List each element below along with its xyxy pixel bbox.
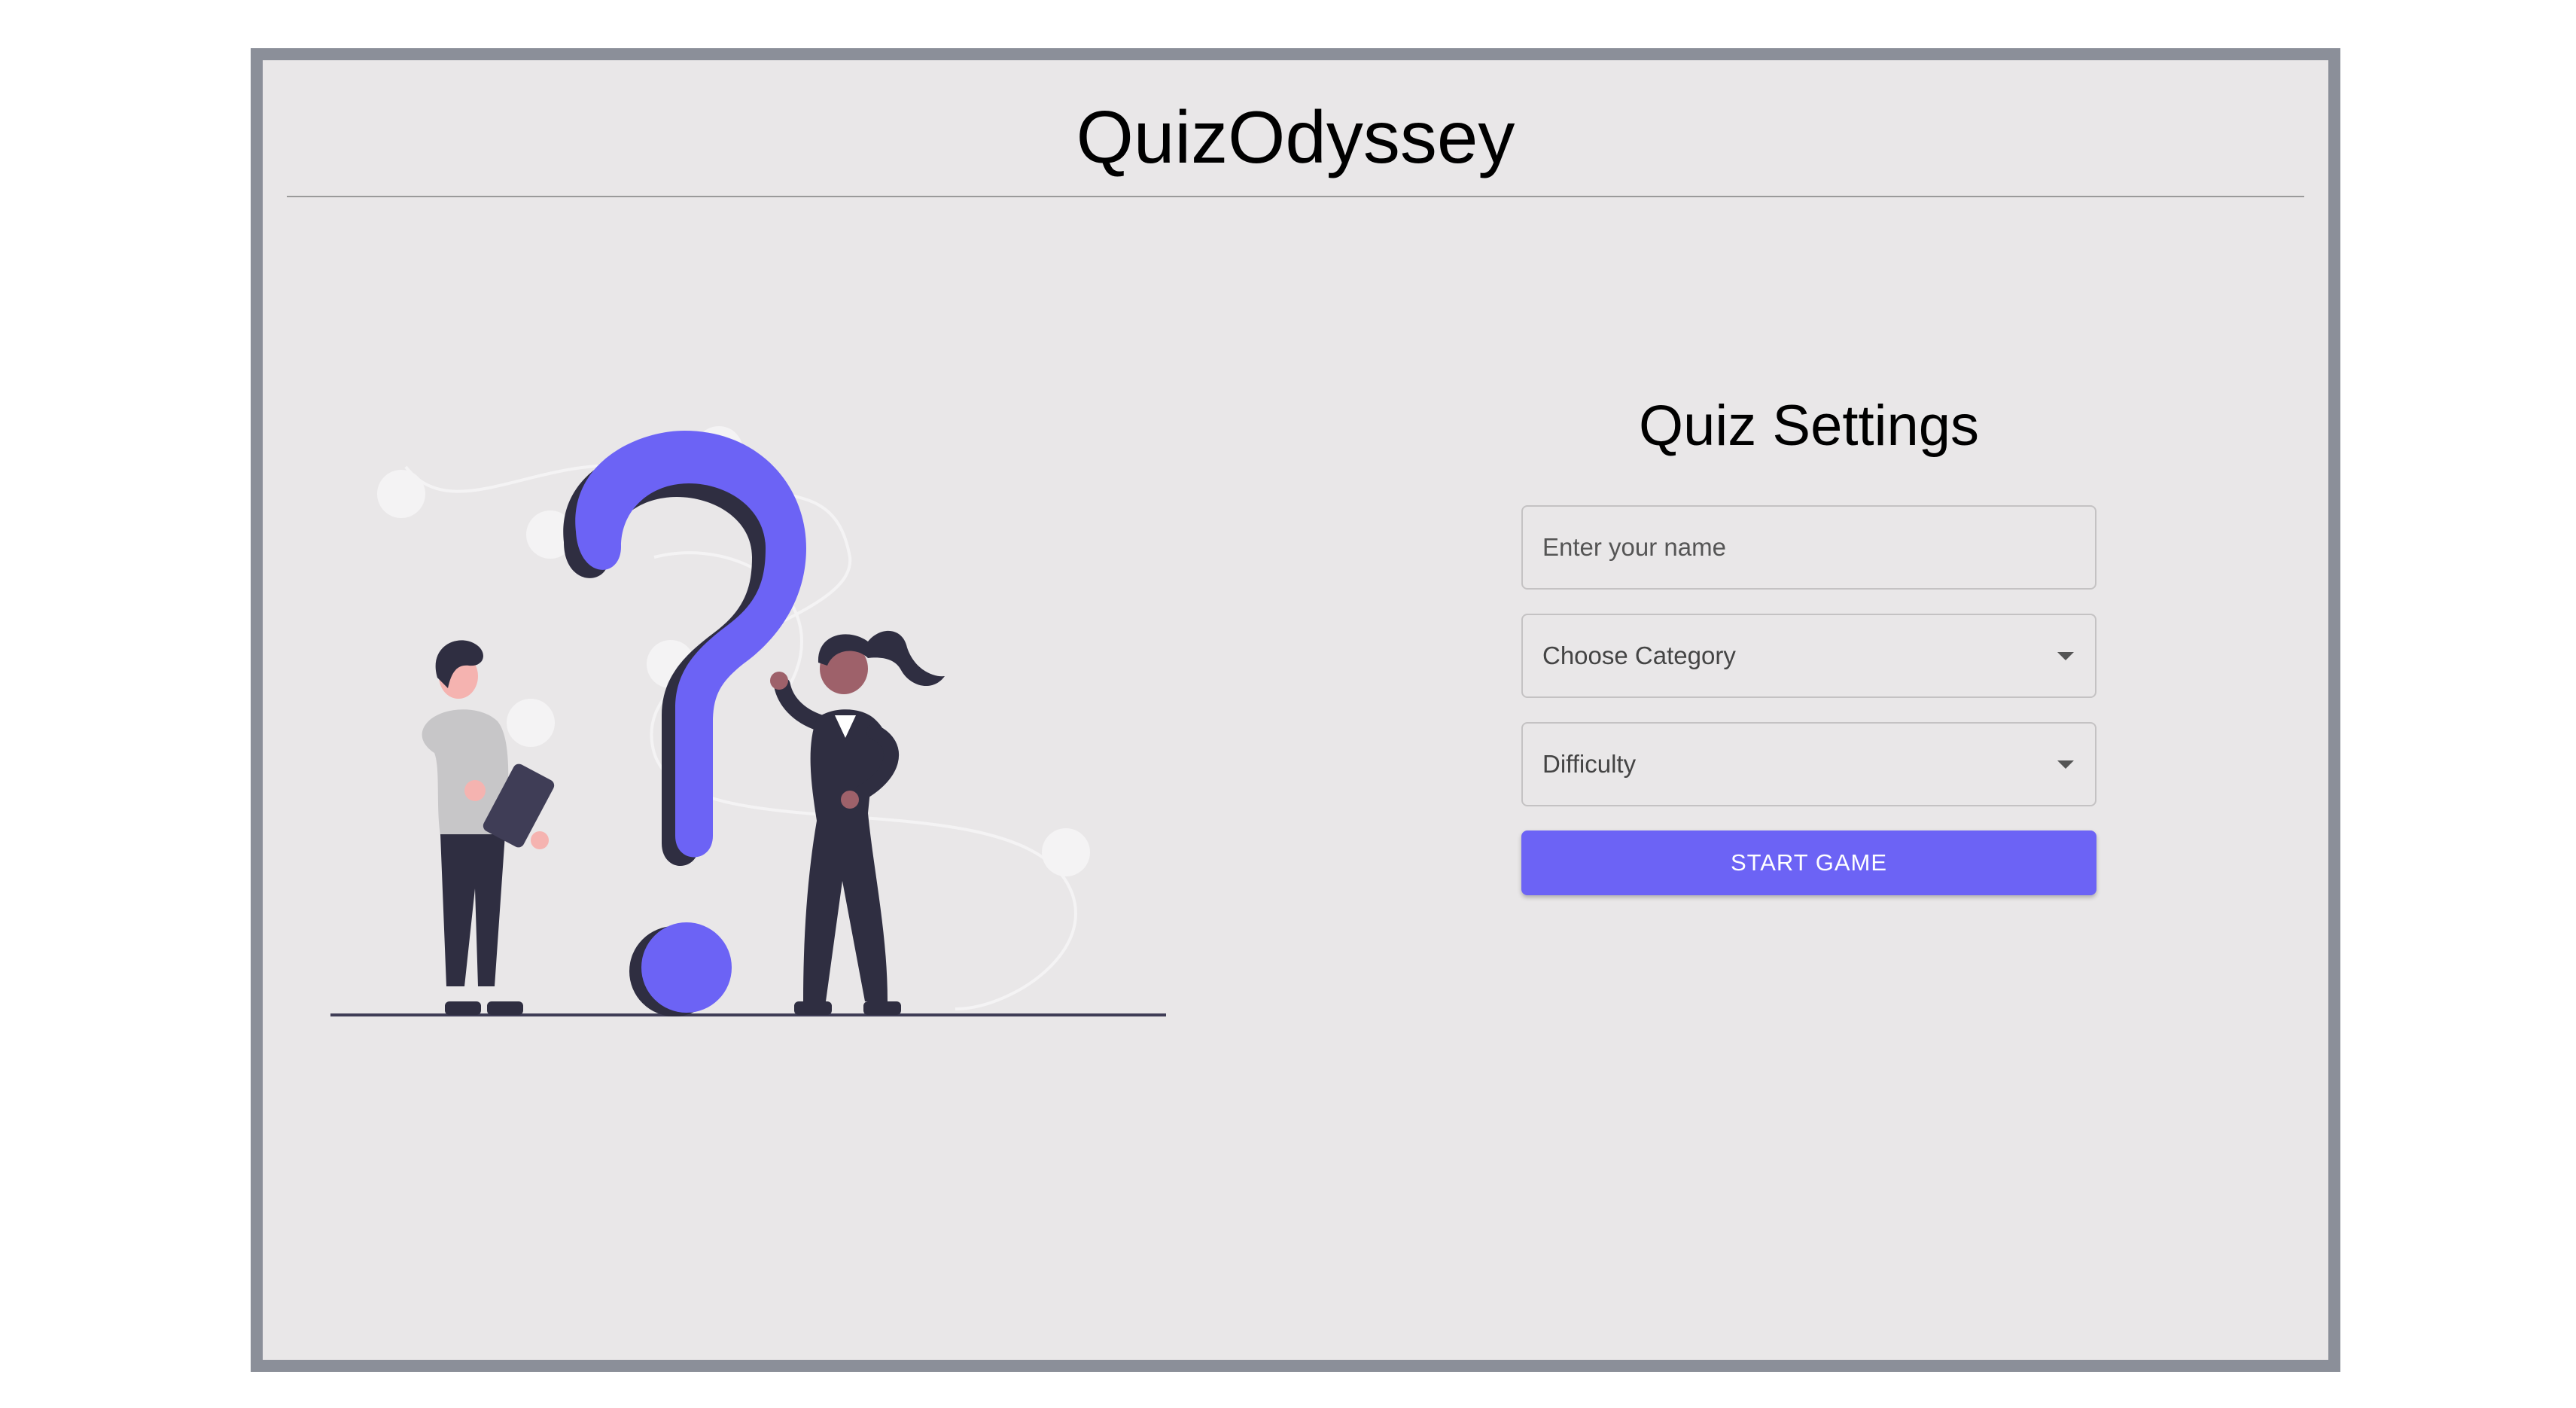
- decor-circle: [507, 699, 555, 747]
- man-hand: [531, 831, 549, 849]
- man-hand: [464, 780, 486, 801]
- man-shoe: [487, 1001, 523, 1015]
- header-divider: [287, 196, 2304, 197]
- question-mark-illustration: [330, 426, 1166, 1016]
- chevron-down-icon: [2057, 652, 2074, 661]
- woman-arm: [774, 677, 828, 731]
- app-window: QuizOdyssey Quiz Settings Enter your nam…: [251, 48, 2340, 1372]
- difficulty-select[interactable]: Difficulty: [1521, 722, 2096, 807]
- decor-circle: [377, 470, 425, 518]
- settings-title: Quiz Settings: [1639, 394, 1979, 458]
- woman-shoe: [863, 1001, 901, 1015]
- category-select-value: Choose Category: [1542, 642, 1736, 670]
- start-game-button[interactable]: START GAME: [1521, 830, 2096, 896]
- question-mark-dot: [641, 922, 732, 1013]
- man-pants: [440, 834, 505, 986]
- swirl-line: [404, 464, 1077, 1010]
- woman-body: [803, 709, 889, 1001]
- name-input[interactable]: [1523, 507, 2095, 589]
- man-shoe: [445, 1001, 481, 1015]
- woman-hand: [841, 791, 859, 809]
- woman-shoe: [794, 1001, 832, 1015]
- man-figure: [422, 640, 555, 1015]
- name-field: [1521, 505, 2096, 590]
- quiz-settings-panel: Quiz Settings Choose Category Difficulty…: [1521, 392, 2096, 896]
- decor-circle: [1042, 828, 1090, 876]
- chevron-down-icon: [2057, 760, 2074, 770]
- difficulty-select-value: Difficulty: [1542, 750, 1637, 779]
- category-select[interactable]: Choose Category: [1521, 614, 2096, 699]
- woman-hand: [770, 672, 788, 690]
- app-title: QuizOdyssey: [1076, 96, 1515, 178]
